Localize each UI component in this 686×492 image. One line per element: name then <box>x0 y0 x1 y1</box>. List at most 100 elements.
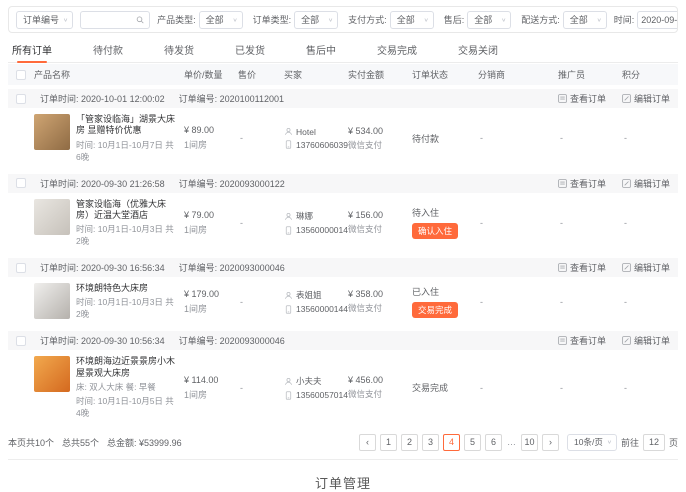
phone-icon <box>284 226 293 235</box>
order-meta-bar: 订单时间: 2020-09-30 10:56:34 订单编号: 20200930… <box>8 331 678 350</box>
page-size-select[interactable]: 10条/页 ∨ <box>567 434 617 451</box>
tab-label: 交易完成 <box>377 42 417 57</box>
jump-suffix: 页 <box>669 436 678 449</box>
tab-待付款[interactable]: 待付款 <box>91 37 125 62</box>
status-action-button[interactable]: 交易完成 <box>412 302 458 318</box>
filter-select[interactable]: 全部 ∨ <box>467 11 511 29</box>
filter-select[interactable]: 全部 ∨ <box>390 11 434 29</box>
search-type-value: 订单编号 <box>23 13 59 26</box>
product-time: 时间: 10月1日-10月3日 共2晚 <box>76 223 178 247</box>
edit-order-button[interactable]: 编辑订单 <box>622 261 670 274</box>
distributor: - <box>478 218 558 228</box>
view-order-button[interactable]: 查看订单 <box>558 334 606 347</box>
paid-amount: ¥ 534.00 <box>348 126 412 136</box>
filter-label: 配送方式: <box>521 13 560 26</box>
edit-order-button[interactable]: 编辑订单 <box>622 92 670 105</box>
column-header: 买家 <box>284 68 348 81</box>
chevron-down-icon: ∨ <box>597 17 602 23</box>
page-count: 本页共10个 <box>8 436 54 449</box>
tab-已发货[interactable]: 已发货 <box>233 37 267 62</box>
search-input[interactable] <box>86 14 136 26</box>
tab-交易关闭[interactable]: 交易关闭 <box>456 37 500 62</box>
page-button-6[interactable]: 6 <box>485 434 502 451</box>
jump-prefix: 前往 <box>621 436 639 449</box>
product-image <box>34 283 70 319</box>
next-page-button[interactable]: › <box>542 434 559 451</box>
unit-price: ¥ 79.00 <box>184 210 238 220</box>
page-button-5[interactable]: 5 <box>464 434 481 451</box>
filter-select[interactable]: 全部 ∨ <box>294 11 338 29</box>
order-no: 2020093000122 <box>220 179 285 189</box>
search-type-select[interactable]: 订单编号 ∨ <box>16 11 73 29</box>
search-icon <box>136 15 144 25</box>
filter-item: 售后: 全部 ∨ <box>444 11 512 29</box>
edit-order-icon <box>622 94 631 103</box>
chevron-down-icon: ∨ <box>233 17 238 23</box>
view-order-label: 查看订单 <box>570 334 606 347</box>
tab-label: 待发货 <box>164 42 194 57</box>
page-size-value: 10条/页 <box>574 436 603 448</box>
order-checkbox[interactable] <box>16 263 26 273</box>
product-time: 时间: 10月1日-10月5日 共4晚 <box>76 395 178 419</box>
unit-price: ¥ 114.00 <box>184 375 238 385</box>
view-order-button[interactable]: 查看订单 <box>558 177 606 190</box>
status-action-button[interactable]: 确认入住 <box>412 223 458 239</box>
edit-order-button[interactable]: 编辑订单 <box>622 177 670 190</box>
product-title: 「管家设临海」湖景大床房 显赠特价优惠 <box>76 114 178 137</box>
order-checkbox[interactable] <box>16 94 26 104</box>
tab-售后中[interactable]: 售后中 <box>304 37 338 62</box>
paid-amount: ¥ 456.00 <box>348 375 412 385</box>
chevron-down-icon: ∨ <box>501 17 506 23</box>
tabs: 所有订单 待付款 待发货 已发货 售后中 交易完成 交易关闭 <box>8 37 678 63</box>
pagination: ‹ 123456…10 › 10条/页 ∨ 前往 12 页 <box>359 434 678 451</box>
column-header: 订单状态 <box>412 68 478 81</box>
page-button-2[interactable]: 2 <box>401 434 418 451</box>
tab-所有订单[interactable]: 所有订单 <box>10 37 54 62</box>
order-time: 2020-09-30 21:26:58 <box>81 179 165 189</box>
filter-label: 订单类型: <box>253 13 292 26</box>
search-box[interactable] <box>80 11 150 29</box>
page-button-4[interactable]: 4 <box>443 434 460 451</box>
paid-amount: ¥ 358.00 <box>348 289 412 299</box>
edit-order-icon <box>622 336 631 345</box>
view-order-button[interactable]: 查看订单 <box>558 261 606 274</box>
order-row: 「管家设临海」湖景大床房 显赠特价优惠 时间: 10月1日-10月7日 共6晚 … <box>8 108 678 170</box>
page-button-1[interactable]: 1 <box>380 434 397 451</box>
tab-交易完成[interactable]: 交易完成 <box>375 37 419 62</box>
select-all-checkbox[interactable] <box>16 70 26 80</box>
order-row: 管家设临海（优雅大床房）近温大堂酒店 时间: 10月1日-10月3日 共2晚 ¥… <box>8 193 678 255</box>
total-amount: 总金额: ¥53999.96 <box>107 436 182 449</box>
order-status: 已入住 <box>412 285 478 298</box>
page-button-10[interactable]: 10 <box>521 434 538 451</box>
promoter: - <box>558 297 622 307</box>
order-time-label: 订单时间: <box>40 263 79 273</box>
view-order-icon <box>558 263 567 272</box>
chevron-down-icon: ∨ <box>63 17 68 23</box>
column-header: 实付金额 <box>348 68 412 81</box>
product-image <box>34 114 70 150</box>
chevron-down-icon: ∨ <box>424 17 429 23</box>
buyer-name: 小夫夫 <box>296 375 322 387</box>
promoter: - <box>558 218 622 228</box>
order-row: 环境朗特色大床房 时间: 10月1日-10月3日 共2晚 ¥ 179.00 1间… <box>8 277 678 327</box>
order-time: 2020-09-30 16:56:34 <box>81 263 165 273</box>
unit-price: ¥ 179.00 <box>184 289 238 299</box>
prev-page-button[interactable]: ‹ <box>359 434 376 451</box>
edit-order-button[interactable]: 编辑订单 <box>622 334 670 347</box>
quantity: 1间房 <box>184 302 238 315</box>
order-no-label: 订单编号: <box>179 179 218 189</box>
column-header: 产品名称 <box>34 68 184 81</box>
order-no-label: 订单编号: <box>179 94 218 104</box>
view-order-button[interactable]: 查看订单 <box>558 92 606 105</box>
tab-待发货[interactable]: 待发货 <box>162 37 196 62</box>
jump-page-input[interactable]: 12 <box>643 434 665 451</box>
page-button-3[interactable]: 3 <box>422 434 439 451</box>
filter-value: 全部 <box>474 13 492 26</box>
filter-select[interactable]: 全部 ∨ <box>563 11 607 29</box>
time-filter-label: 时间: <box>614 13 635 26</box>
order-checkbox[interactable] <box>16 336 26 346</box>
date-from-input[interactable]: 2020-09-10 <box>637 11 678 29</box>
buyer-phone: 13560000014 <box>296 225 348 235</box>
order-checkbox[interactable] <box>16 178 26 188</box>
filter-select[interactable]: 全部 ∨ <box>199 11 243 29</box>
